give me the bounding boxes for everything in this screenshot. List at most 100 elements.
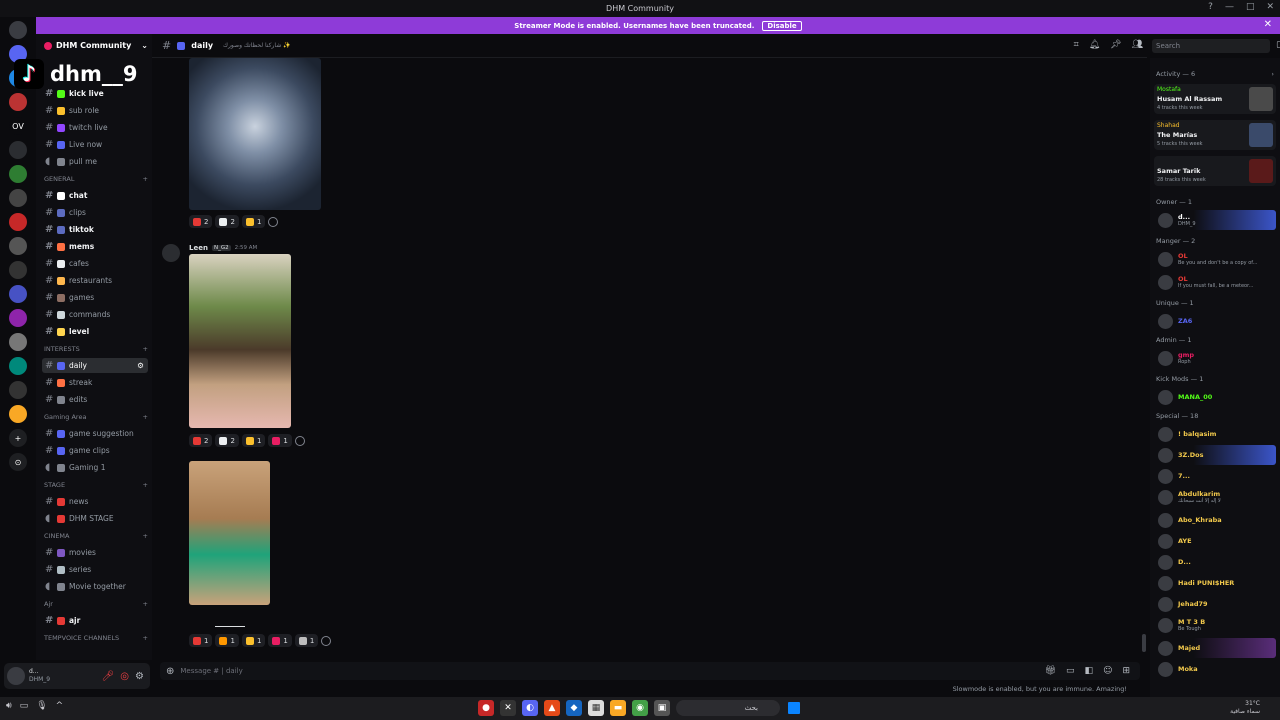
add-attachment-icon[interactable]: ⊕ (166, 666, 174, 677)
channel-commands[interactable]: # commands (42, 307, 148, 322)
add-reaction-icon[interactable] (321, 635, 332, 646)
server-icon[interactable] (9, 93, 27, 111)
add-reaction-icon[interactable] (268, 216, 279, 227)
minimize-icon[interactable]: — (1225, 2, 1234, 12)
windows-start-icon[interactable] (788, 702, 800, 714)
channel-level[interactable]: # level (42, 324, 148, 339)
message-input[interactable]: Message # | daily (180, 667, 242, 675)
channel-game-clips[interactable]: # game clips (42, 443, 148, 458)
chevron-up-icon[interactable]: ^ (56, 701, 64, 711)
server-icon[interactable] (9, 261, 27, 279)
activity-card[interactable]: Shahad The Marías 5 tracks this week (1154, 120, 1276, 150)
category-header[interactable]: GENERAL + (44, 175, 148, 183)
reaction-button[interactable]: 1 (268, 434, 292, 447)
plus-icon[interactable]: + (143, 481, 148, 489)
reaction-button[interactable]: 1 (294, 634, 319, 647)
member-item[interactable]: 3Z.Dos (1158, 445, 1276, 465)
member-item[interactable]: Hadi PUNI$HER (1158, 573, 1276, 593)
channel-edits[interactable]: # edits (42, 392, 148, 407)
help-icon[interactable]: ? (1208, 2, 1213, 12)
member-item[interactable]: d... DHM_9 (1158, 210, 1276, 230)
taskbar-search[interactable]: بحث (676, 700, 780, 716)
server-icon[interactable] (9, 21, 27, 39)
channel-cafes[interactable]: # cafes (42, 256, 148, 271)
channel-daily[interactable]: # daily ⚙ (42, 358, 148, 373)
chrome-icon[interactable]: ◉ (632, 700, 648, 716)
plus-icon[interactable]: + (143, 345, 148, 353)
guild-header[interactable]: DHM Community ⌄ (44, 41, 148, 50)
app-icon[interactable]: ▣ (654, 700, 670, 716)
plus-icon[interactable]: + (143, 600, 148, 608)
plus-icon[interactable]: + (143, 634, 148, 642)
member-item[interactable]: OL Be you and don't be a copy of... (1158, 249, 1276, 269)
image-garden[interactable] (189, 254, 291, 428)
inbox-icon[interactable]: ▢ (1276, 40, 1280, 50)
category-header[interactable]: STAGE + (44, 481, 148, 489)
reaction-button[interactable]: 2 (215, 434, 239, 447)
server-icon[interactable]: + (9, 429, 27, 447)
channel-movie-together[interactable]: ◖ Movie together (42, 579, 148, 594)
reaction-button[interactable]: 1 (189, 634, 213, 647)
app-icon[interactable]: ✕ (500, 700, 516, 716)
plus-icon[interactable]: + (143, 413, 148, 421)
reaction-button[interactable]: 1 (241, 434, 266, 447)
scrollbar[interactable] (1142, 634, 1146, 652)
mic-icon[interactable]: 🎙︎ (36, 701, 47, 711)
category-header[interactable]: Gaming Area + (44, 413, 148, 421)
disable-button[interactable]: Disable (762, 20, 802, 31)
channel-chat[interactable]: # chat (42, 188, 148, 203)
settings-gear-icon[interactable]: ⚙ (137, 361, 148, 370)
member-item[interactable]: M T 3 B Be Tough (1158, 615, 1276, 635)
avatar[interactable] (7, 667, 25, 685)
channel-sub-role[interactable]: # sub role (42, 103, 148, 118)
channel-restaurants[interactable]: # restaurants (42, 273, 148, 288)
channel-clips[interactable]: # clips (42, 205, 148, 220)
activity-card[interactable]: Samar Tarik 28 tracks this week (1154, 156, 1276, 186)
message-author[interactable]: Leen (189, 244, 208, 252)
app-icon[interactable]: ◆ (566, 700, 582, 716)
category-header[interactable]: TEMPVOICE CHANNELS + (44, 634, 148, 642)
category-header[interactable]: INTERESTS + (44, 345, 148, 353)
image-clouds[interactable] (189, 58, 321, 210)
sticker-icon[interactable]: ◧ (1085, 666, 1094, 676)
settings-gear-icon[interactable]: ⚙ (135, 671, 144, 682)
member-item[interactable]: AYE (1158, 531, 1276, 551)
channel-news[interactable]: # news (42, 494, 148, 509)
message-composer[interactable]: ⊕ Message # | daily 🎁︎ ▭ ◧ ☺ ⊞ (160, 662, 1140, 680)
calendar-icon[interactable]: ▦ (588, 700, 604, 716)
close-banner-icon[interactable]: ✕ (1264, 19, 1272, 30)
channel-game-suggestion[interactable]: # game suggestion (42, 426, 148, 441)
server-icon[interactable]: OV (9, 117, 27, 135)
member-item[interactable]: MANA_00 (1158, 387, 1276, 407)
channel-pull-me[interactable]: ◖ pull me (42, 154, 148, 169)
member-item[interactable]: Abdulkarim لا إله إلا أنت سبحانك (1158, 487, 1276, 507)
channel-series[interactable]: # series (42, 562, 148, 577)
reaction-button[interactable]: 2 (215, 215, 239, 228)
brave-icon[interactable]: ▲ (544, 700, 560, 716)
channel-twitch-live[interactable]: # twitch live (42, 120, 148, 135)
member-item[interactable]: 7... (1158, 466, 1276, 486)
server-icon[interactable] (9, 381, 27, 399)
member-item[interactable]: Jehad79 (1158, 594, 1276, 614)
member-item[interactable]: gmp Roph (1158, 348, 1276, 368)
reaction-button[interactable]: 1 (241, 215, 266, 228)
plus-icon[interactable]: + (143, 175, 148, 183)
discord-icon[interactable]: ◐ (522, 700, 538, 716)
app-icon[interactable]: ● (478, 700, 494, 716)
folder-icon[interactable]: ▬ (610, 700, 626, 716)
server-icon[interactable] (9, 141, 27, 159)
server-icon[interactable] (9, 213, 27, 231)
channel-mems[interactable]: # mems (42, 239, 148, 254)
server-icon[interactable] (9, 285, 27, 303)
activity-card[interactable]: Mostafa Husam Al Rassam 4 tracks this week (1154, 84, 1276, 114)
server-icon[interactable] (9, 165, 27, 183)
maximize-icon[interactable]: □ (1246, 2, 1255, 12)
channel-dhm-stage[interactable]: ◖ DHM STAGE (42, 511, 148, 526)
close-icon[interactable]: ✕ (1266, 2, 1274, 12)
reaction-button[interactable]: 1 (268, 634, 292, 647)
channel-movies[interactable]: # movies (42, 545, 148, 560)
member-item[interactable]: Moka (1158, 659, 1276, 679)
chevron-right-icon[interactable]: › (1271, 70, 1274, 78)
member-item[interactable]: Abo_Khraba (1158, 510, 1276, 530)
emoji-icon[interactable]: ☺ (1103, 666, 1112, 676)
